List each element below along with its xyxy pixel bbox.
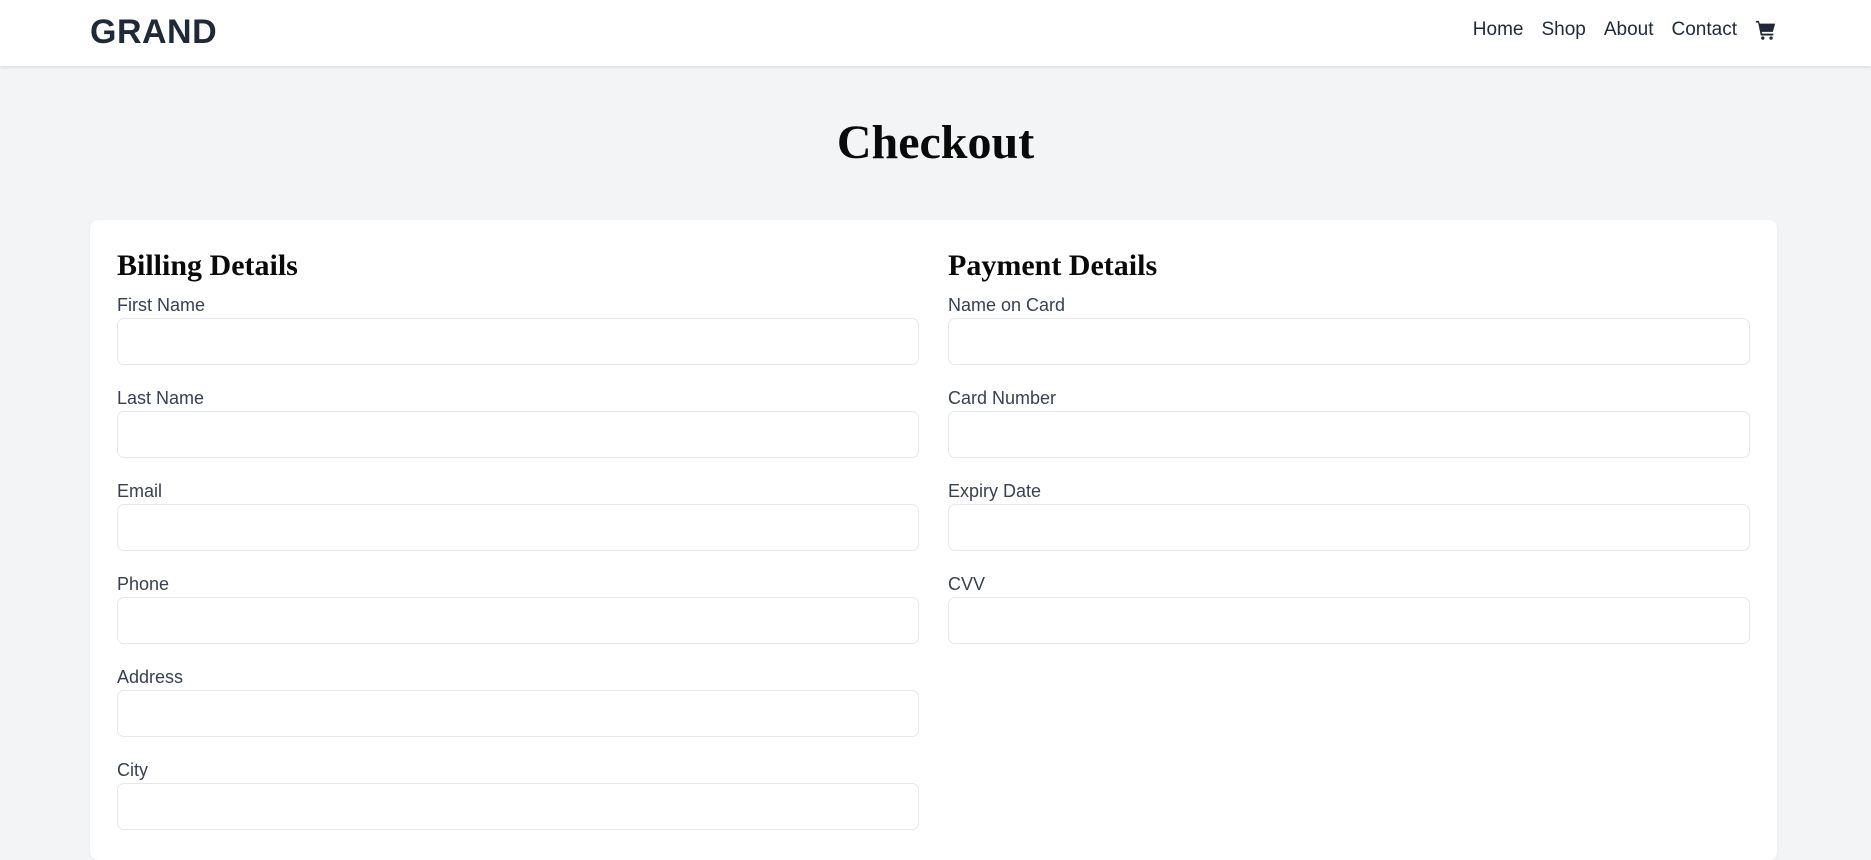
address-label: Address (117, 667, 184, 687)
nav-link-home[interactable]: Home (1473, 19, 1524, 41)
cvv-field: CVV (948, 573, 1750, 666)
brand-logo[interactable]: GRAND (90, 13, 217, 52)
first-name-label: First Name (117, 295, 206, 315)
phone-label: Phone (117, 574, 170, 594)
card-number-label: Card Number (948, 388, 1057, 408)
billing-details-title: Billing Details (117, 249, 298, 282)
email-input[interactable] (117, 504, 919, 551)
address-input[interactable] (117, 690, 919, 737)
name-on-card-field: Name on Card (948, 294, 1750, 387)
expiry-date-label: Expiry Date (948, 481, 1042, 501)
expiry-date-input[interactable] (948, 504, 1750, 551)
city-input[interactable] (117, 783, 919, 830)
email-label: Email (117, 481, 163, 501)
last-name-field: Last Name (117, 387, 919, 480)
cvv-input[interactable] (948, 597, 1750, 644)
cvv-label: CVV (948, 574, 986, 594)
card-number-field: Card Number (948, 387, 1750, 480)
name-on-card-input[interactable] (948, 318, 1750, 365)
nav-links: Home Shop About Contact (1455, 19, 1777, 41)
city-label: City (117, 760, 148, 780)
last-name-label: Last Name (117, 388, 205, 408)
nav-link-contact[interactable]: Contact (1672, 19, 1737, 41)
first-name-input[interactable] (117, 318, 919, 365)
cart-icon[interactable] (1755, 19, 1777, 41)
email-field: Email (117, 480, 919, 573)
checkout-form-card: Billing Details First Name Last Name Ema… (90, 220, 1777, 860)
card-number-input[interactable] (948, 411, 1750, 458)
city-field: City (117, 759, 919, 852)
phone-field: Phone (117, 573, 919, 666)
billing-details-section: Billing Details First Name Last Name Ema… (117, 248, 919, 852)
nav-link-shop[interactable]: Shop (1541, 19, 1585, 41)
expiry-date-field: Expiry Date (948, 480, 1750, 573)
payment-details-section: Payment Details Name on Card Card Number… (948, 248, 1750, 666)
phone-input[interactable] (117, 597, 919, 644)
nav-link-about[interactable]: About (1604, 19, 1654, 41)
first-name-field: First Name (117, 294, 919, 387)
top-navbar: GRAND Home Shop About Contact (0, 0, 1871, 66)
address-field: Address (117, 666, 919, 759)
page-title: Checkout (836, 116, 1035, 169)
last-name-input[interactable] (117, 411, 919, 458)
name-on-card-label: Name on Card (948, 295, 1066, 315)
payment-details-title: Payment Details (948, 249, 1158, 282)
